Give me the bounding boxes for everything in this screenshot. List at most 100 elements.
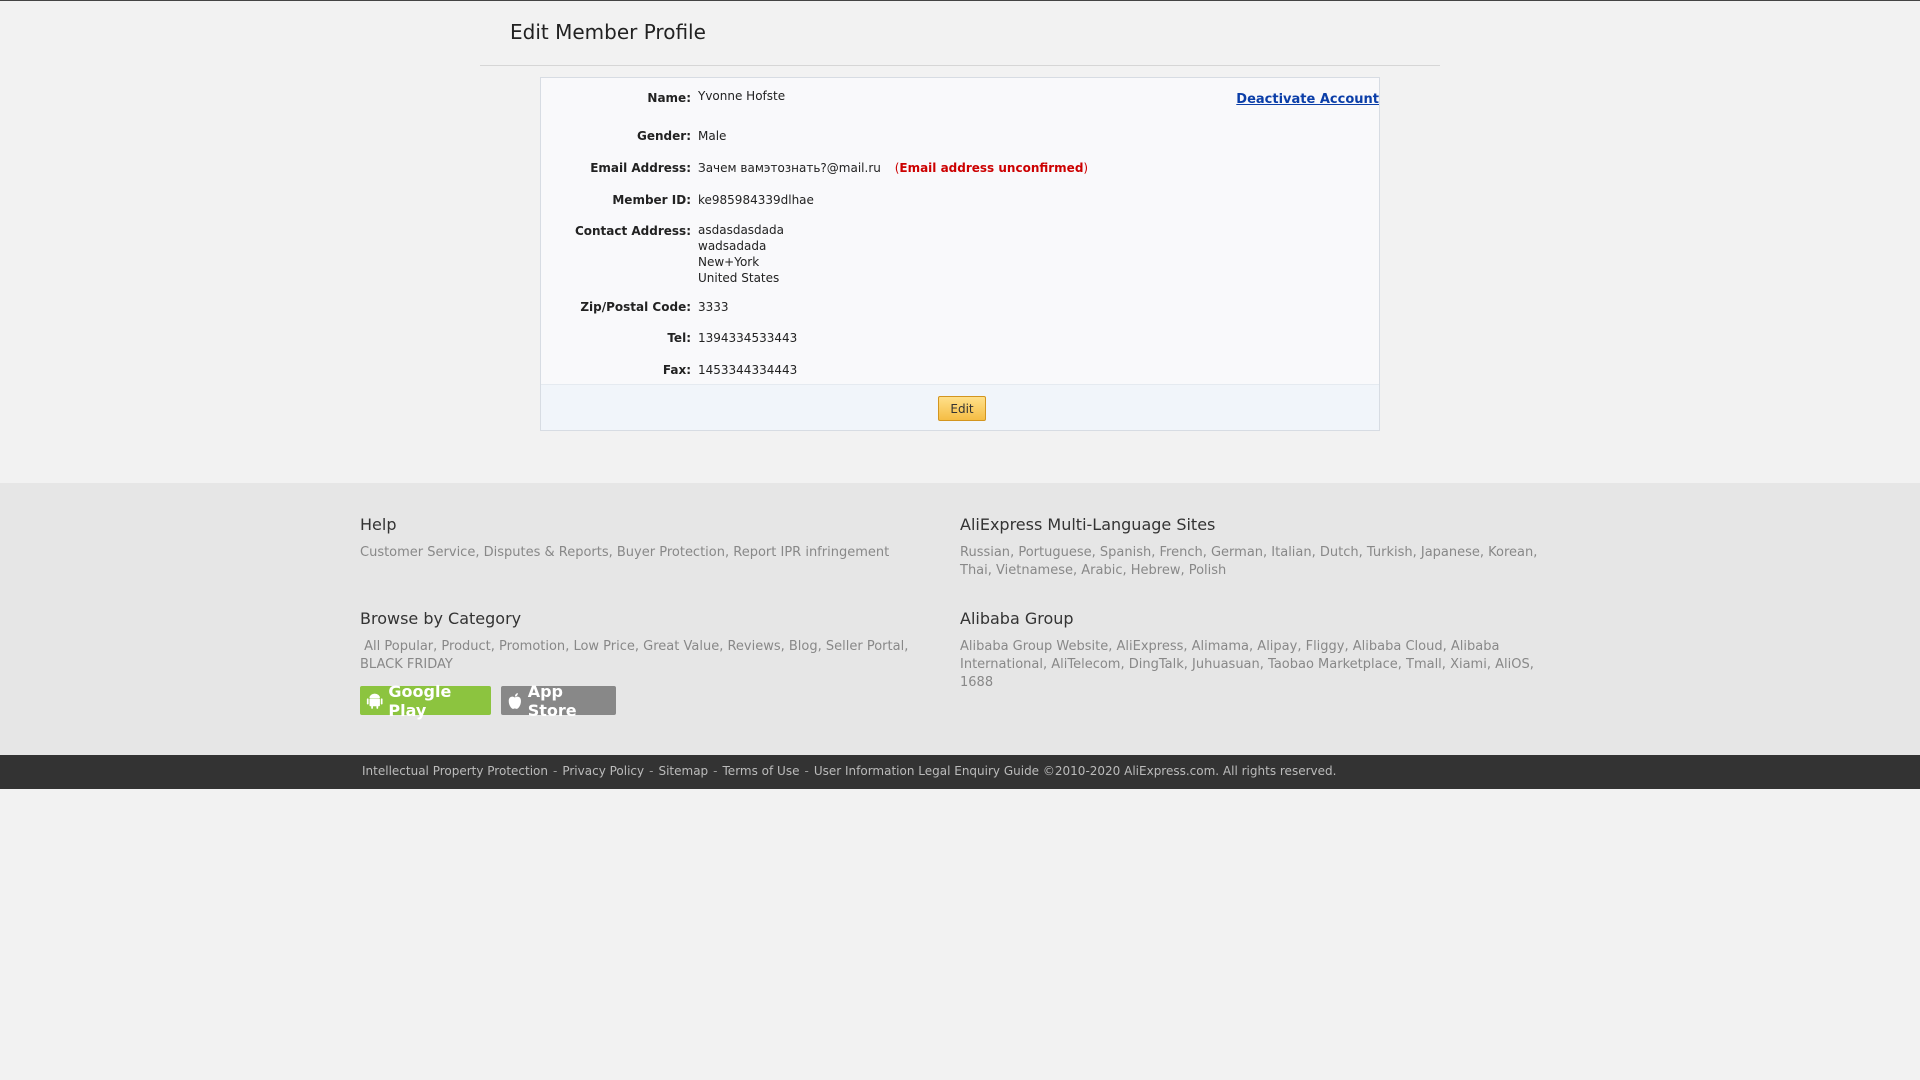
footer-link[interactable]: Vietnamese: [996, 563, 1073, 578]
gender-label: Gender:: [637, 129, 691, 143]
footer-link[interactable]: Dutch: [1320, 545, 1359, 560]
footer-alibaba-group: Alibaba Group Alibaba Group Website, Ali…: [960, 609, 1550, 692]
google-play-button[interactable]: Google Play: [360, 682, 491, 720]
footer-link[interactable]: Customer Service: [360, 545, 475, 560]
footer-languages: AliExpress Multi-Language Sites Russian,…: [960, 515, 1550, 580]
address-line: New+York: [698, 255, 760, 269]
footer-link[interactable]: Great Value: [643, 639, 719, 654]
footer-link[interactable]: BLACK FRIDAY: [360, 657, 453, 672]
footer-bottom-bar: Intellectual Property Protection - Privacy…: [0, 755, 1920, 789]
footer-link[interactable]: DingTalk: [1129, 657, 1184, 672]
edit-button[interactable]: Edit: [938, 396, 986, 421]
footer-link[interactable]: Thai: [960, 563, 988, 578]
footer-link[interactable]: Product: [441, 639, 490, 654]
email-label: Email Address:: [590, 161, 691, 175]
legal-separator: -: [713, 764, 718, 778]
footer-link[interactable]: Polish: [1189, 563, 1227, 578]
legal-link[interactable]: Terms of Use: [723, 764, 800, 778]
footer-link[interactable]: All Popular: [364, 639, 433, 654]
footer-link[interactable]: Spanish: [1100, 545, 1151, 560]
contact-address-value: asdasdasdada wadsadada New+York United S…: [698, 222, 784, 286]
footer-link[interactable]: Disputes & Reports: [484, 545, 609, 560]
legal-link[interactable]: Intellectual Property Protection: [362, 764, 548, 778]
email-unconfirmed-warning: Email address unconfirmed: [899, 161, 1084, 175]
google-play-label: Google Play: [388, 681, 452, 720]
address-line: wadsadada: [698, 239, 767, 253]
footer-link[interactable]: French: [1159, 545, 1202, 560]
title-divider: [480, 65, 1440, 66]
group-heading: Alibaba Group: [960, 609, 1074, 628]
footer-link[interactable]: Blog: [789, 639, 818, 654]
member-id-value: ke985984339dlhae: [698, 193, 814, 207]
email-warning-close: ): [1083, 161, 1089, 175]
legal-link[interactable]: User Information Legal Enquiry Guide: [814, 764, 1039, 778]
tel-value: 1394334533443: [698, 331, 798, 345]
footer-link[interactable]: Arabic: [1081, 563, 1122, 578]
footer-link[interactable]: Fliggy: [1306, 639, 1345, 654]
footer-link[interactable]: Japanese: [1421, 545, 1480, 560]
footer-link[interactable]: Juhuasuan: [1192, 657, 1260, 672]
footer-link[interactable]: Hebrew: [1131, 563, 1181, 578]
address-line: asdasdasdada: [698, 223, 784, 237]
category-heading: Browse by Category: [360, 609, 522, 628]
top-border: [0, 0, 1920, 1]
footer-link[interactable]: Reviews: [727, 639, 780, 654]
footer-link[interactable]: Tmall: [1406, 657, 1442, 672]
footer-link[interactable]: Portuguese: [1018, 545, 1091, 560]
footer-link[interactable]: Alimama: [1192, 639, 1249, 654]
footer-link[interactable]: Russian: [960, 545, 1010, 560]
zip-label: Zip/Postal Code:: [580, 300, 691, 314]
email-value: Зачем вамэтознать?@mail.ru: [698, 161, 881, 175]
footer-link[interactable]: Italian: [1271, 545, 1311, 560]
name-value: Yvonne Hofste: [698, 89, 786, 103]
footer-link[interactable]: Alibaba Cloud: [1353, 639, 1443, 654]
help-heading: Help: [360, 515, 397, 534]
footer-link[interactable]: AliOS: [1495, 657, 1530, 672]
address-line: United States: [698, 271, 780, 285]
languages-heading: AliExpress Multi-Language Sites: [960, 515, 1216, 534]
app-store-label: App Store: [527, 681, 577, 720]
edit-action-bar: Edit: [541, 384, 1379, 430]
apple-icon: [508, 692, 521, 709]
gender-value: Male: [698, 129, 727, 143]
fax-label: Fax:: [662, 363, 691, 377]
email-value-group: Зачем вамэтознать?@mail.ru (Email addres…: [698, 161, 1088, 175]
legal-link[interactable]: Sitemap: [658, 764, 708, 778]
footer-link[interactable]: AliExpress: [1116, 639, 1183, 654]
footer-category: Browse by Category All Popular, Product,…: [360, 609, 940, 674]
category-links: All Popular, Product, Promotion, Low Pri…: [360, 639, 909, 672]
footer-link[interactable]: Korean: [1488, 545, 1533, 560]
legal-links: Intellectual Property Protection - Privacy…: [362, 764, 1336, 778]
page-title: Edit Member Profile: [510, 20, 706, 44]
footer-link[interactable]: Seller Portal: [826, 639, 904, 654]
footer-link[interactable]: Turkish: [1367, 545, 1413, 560]
language-links: Russian, Portuguese, Spanish, French, Ge…: [960, 545, 1538, 578]
contact-address-label: Contact Address:: [574, 224, 691, 238]
footer-link[interactable]: Xiami: [1450, 657, 1487, 672]
footer-help: Help Customer Service, Disputes & Report…: [360, 515, 940, 562]
legal-separator: -: [649, 764, 654, 778]
profile-panel: Deactivate Account Name: Yvonne Hofste G…: [540, 77, 1380, 431]
android-icon: [366, 693, 383, 709]
legal-separator: -: [804, 764, 809, 778]
footer-link[interactable]: Alipay: [1257, 639, 1297, 654]
zip-value: 3333: [698, 300, 729, 314]
member-id-label: Member ID:: [612, 193, 691, 207]
help-links: Customer Service, Disputes & Reports, Bu…: [360, 545, 890, 560]
footer-link[interactable]: AliTelecom: [1051, 657, 1120, 672]
footer-link[interactable]: Taobao Marketplace: [1268, 657, 1398, 672]
legal-link[interactable]: Privacy Policy: [562, 764, 644, 778]
footer-link[interactable]: Buyer Protection: [617, 545, 725, 560]
footer-link[interactable]: Alibaba Group Website: [960, 639, 1108, 654]
site-footer: Help Customer Service, Disputes & Report…: [0, 483, 1920, 755]
footer-link[interactable]: Report IPR infringement: [733, 545, 889, 560]
legal-separator: -: [553, 764, 558, 778]
footer-link[interactable]: Promotion: [499, 639, 565, 654]
footer-link[interactable]: German: [1211, 545, 1263, 560]
fax-value: 1453344334443: [698, 363, 798, 377]
group-links: Alibaba Group Website, AliExpress, Alima…: [960, 639, 1534, 690]
app-store-button[interactable]: App Store: [501, 682, 616, 720]
deactivate-account-link[interactable]: Deactivate Account: [1236, 92, 1379, 107]
footer-link[interactable]: 1688: [960, 675, 993, 690]
footer-link[interactable]: Low Price: [573, 639, 634, 654]
